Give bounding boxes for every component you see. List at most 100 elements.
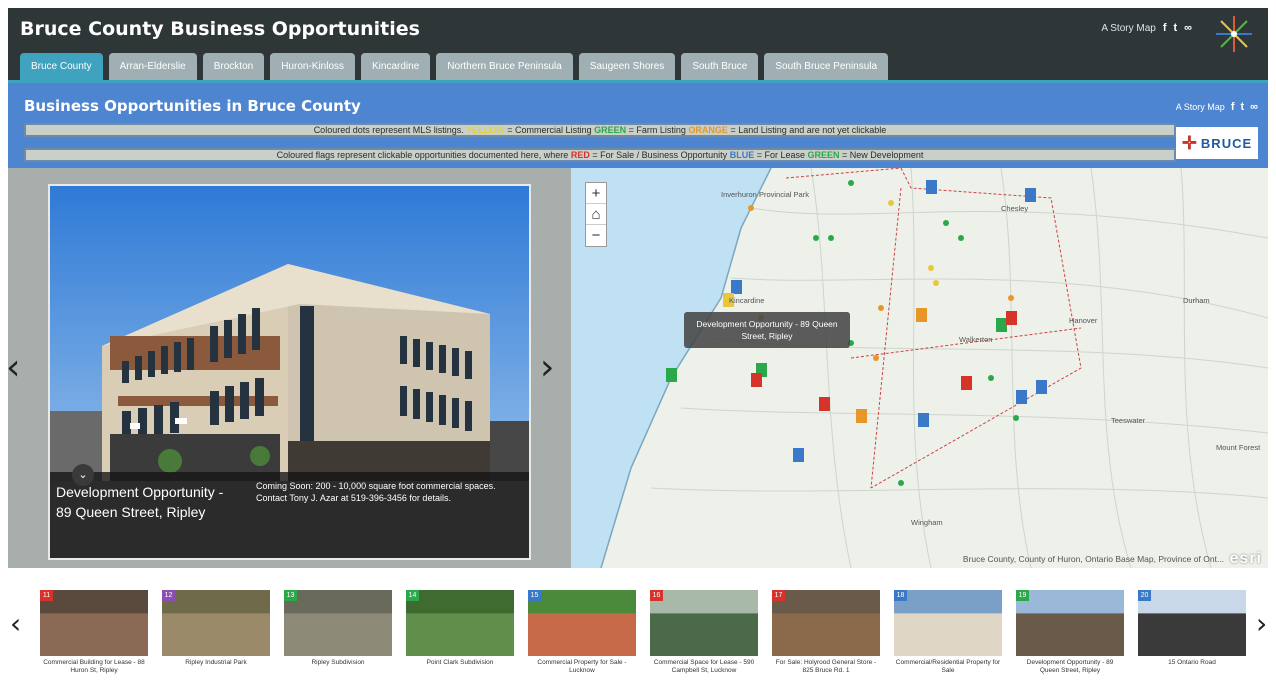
legend-text: = Commercial Listing <box>507 125 592 135</box>
carousel-item[interactable]: 16 Commercial Space for Lease - 590 Campb… <box>650 590 758 675</box>
section-band: Business Opportunities in Bruce County C… <box>8 80 1268 168</box>
twitter-icon[interactable]: t <box>1173 22 1177 34</box>
thumbnail-image: 18 <box>894 590 1002 656</box>
carousel-item[interactable]: 19 Development Opportunity - 89 Queen Str… <box>1016 590 1124 675</box>
thumbnail-caption: Development Opportunity - 89 Queen Stree… <box>1026 659 1114 674</box>
prev-feature-button[interactable]: ‹ <box>6 348 20 388</box>
thumbnail-caption: Point Clark Subdivision <box>426 659 494 666</box>
legend-text: = New Development <box>842 150 924 160</box>
carousel-item[interactable]: 11 Commercial Building for Lease - 88 Hur… <box>40 590 148 675</box>
carousel-prev-button[interactable]: ‹ <box>10 604 21 644</box>
thumbnail-number-badge: 17 <box>772 590 785 601</box>
tab-brockton[interactable]: Brockton <box>202 53 265 80</box>
carousel-item[interactable]: 17 For Sale: Holyrood General Store - 825… <box>772 590 880 675</box>
tab-bruce-county[interactable]: Bruce County <box>20 53 103 80</box>
legend-red: RED <box>570 150 590 160</box>
carousel-item[interactable]: 15 Commercial Property for Sale - Lucknow <box>528 590 636 675</box>
app-title: Bruce County Business Opportunities <box>20 18 420 40</box>
place-label: Mount Forest <box>1216 443 1261 452</box>
thumbnail-number-badge: 18 <box>894 590 907 601</box>
thumbnail-number-badge: 13 <box>284 590 297 601</box>
legend-yellow: YELLOW <box>466 125 505 135</box>
place-label: Hanover <box>1069 316 1098 325</box>
tab-south-bruce-peninsula[interactable]: South Bruce Peninsula <box>764 53 889 80</box>
thumbnail-number-badge: 14 <box>406 590 419 601</box>
legend-text: = For Sale / Business Opportunity <box>592 150 728 160</box>
cross-icon: ✛ <box>1181 132 1197 153</box>
place-label: Inverhuron Provincial Park <box>721 190 809 199</box>
thumbnail-number-badge: 12 <box>162 590 175 601</box>
facebook-icon[interactable]: f <box>1231 101 1235 113</box>
legend-orange: ORANGE <box>688 125 728 135</box>
legend-text: = Farm Listing <box>628 125 686 135</box>
home-icon[interactable]: ⌂ <box>586 204 606 225</box>
tab-kincardine[interactable]: Kincardine <box>361 53 431 80</box>
zoom-controls: + ⌂ − <box>585 182 607 247</box>
map-panel[interactable]: Inverhuron Provincial Park Kincardine Wa… <box>571 168 1268 568</box>
twitter-icon[interactable]: t <box>1240 101 1244 113</box>
place-label: Chesley <box>1001 204 1029 213</box>
feature-title: Development Opportunity - 89 Queen Stree… <box>56 484 224 520</box>
carousel-item[interactable]: 20 15 Ontario Road <box>1138 590 1246 667</box>
story-map-app: Bruce County Business Opportunities A St… <box>0 0 1276 682</box>
zoom-out-button[interactable]: − <box>586 225 606 246</box>
story-map-link[interactable]: A Story Map <box>1101 23 1155 34</box>
carousel-item[interactable]: 13 Ripley Subdivision <box>284 590 392 667</box>
section-share: A Story Map f t ∞ <box>1176 101 1258 113</box>
thumbnail-image: 14 <box>406 590 514 656</box>
place-label: Teeswater <box>1111 416 1146 425</box>
carousel-item[interactable]: 12 Ripley Industrial Park <box>162 590 270 667</box>
map-tooltip: Development Opportunity - 89 Queen Stree… <box>684 312 850 348</box>
tab-saugeen-shores[interactable]: Saugeen Shores <box>578 53 676 80</box>
legend-green: GREEN <box>807 150 840 160</box>
place-label: Kincardine <box>729 296 765 305</box>
thumbnail-number-badge: 16 <box>650 590 663 601</box>
thumbnail-image: 16 <box>650 590 758 656</box>
thumbnail-image: 11 <box>40 590 148 656</box>
thumbnail-image: 19 <box>1016 590 1124 656</box>
legend-blue: BLUE <box>729 150 755 160</box>
tab-huron-kinloss[interactable]: Huron-Kinloss <box>270 53 356 80</box>
tab-south-bruce[interactable]: South Bruce <box>681 53 759 80</box>
basemap <box>571 168 1268 568</box>
next-feature-button[interactable]: › <box>540 348 554 388</box>
legend-text: Coloured flags represent clickable oppor… <box>276 150 569 160</box>
place-label: Wingham <box>911 518 943 527</box>
thumbnail-number-badge: 11 <box>40 590 53 601</box>
facebook-icon[interactable]: f <box>1163 22 1167 34</box>
thumbnail-caption: Commercial/Residential Property for Sale <box>895 659 1001 674</box>
map-attribution[interactable]: Bruce County, County of Huron, Ontario B… <box>963 554 1224 564</box>
thumbnail-caption: For Sale: Holyrood General Store - 825 B… <box>775 659 877 674</box>
tab-northern-bruce-peninsula[interactable]: Northern Bruce Peninsula <box>436 53 573 80</box>
thumbnail-image: 12 <box>162 590 270 656</box>
section-title: Business Opportunities in Bruce County <box>24 97 361 115</box>
zoom-in-button[interactable]: + <box>586 183 606 204</box>
feature-description: Coming Soon: 200 - 10,000 square foot co… <box>256 481 496 503</box>
thumbnail-number-badge: 20 <box>1138 590 1151 601</box>
thumbnail-carousel: ‹ › 11 Commercial Building for Lease - 88… <box>8 568 1268 682</box>
thumbnail-caption: Ripley Industrial Park <box>185 659 247 666</box>
thumbnail-number-badge: 15 <box>528 590 541 601</box>
feature-caption: ⌄ Development Opportunity - 89 Queen Str… <box>50 464 529 558</box>
thumbnail-image: 17 <box>772 590 880 656</box>
link-icon[interactable]: ∞ <box>1250 101 1258 113</box>
thumbnail-caption: Commercial Property for Sale - Lucknow <box>537 659 627 674</box>
app-header: Bruce County Business Opportunities A St… <box>8 8 1268 80</box>
carousel-item[interactable]: 18 Commercial/Residential Property for Sa… <box>894 590 1002 675</box>
feature-panel: ‹ › ⌄ Development Opportunity - 89 Queen… <box>6 168 571 568</box>
carousel-next-button[interactable]: › <box>1256 604 1267 644</box>
legend-text: Coloured dots represent MLS listings. <box>313 125 464 135</box>
thumbnail-caption: 15 Ontario Road <box>1168 659 1216 666</box>
thumbnail-caption: Commercial Building for Lease - 88 Huron… <box>43 659 145 674</box>
carousel-item[interactable]: 14 Point Clark Subdivision <box>406 590 514 667</box>
thumbnail-image: 20 <box>1138 590 1246 656</box>
logo-text: BRUCE <box>1200 135 1253 151</box>
esri-logo: esri <box>1229 550 1262 567</box>
tab-arran-elderslie[interactable]: Arran-Elderslie <box>108 53 197 80</box>
thumbnail-image: 15 <box>528 590 636 656</box>
thumbnail-caption: Ripley Subdivision <box>311 659 365 666</box>
legend-green: GREEN <box>594 125 627 135</box>
compass-logo-icon <box>1216 16 1252 52</box>
link-icon[interactable]: ∞ <box>1184 22 1192 34</box>
story-map-link[interactable]: A Story Map <box>1176 102 1225 112</box>
